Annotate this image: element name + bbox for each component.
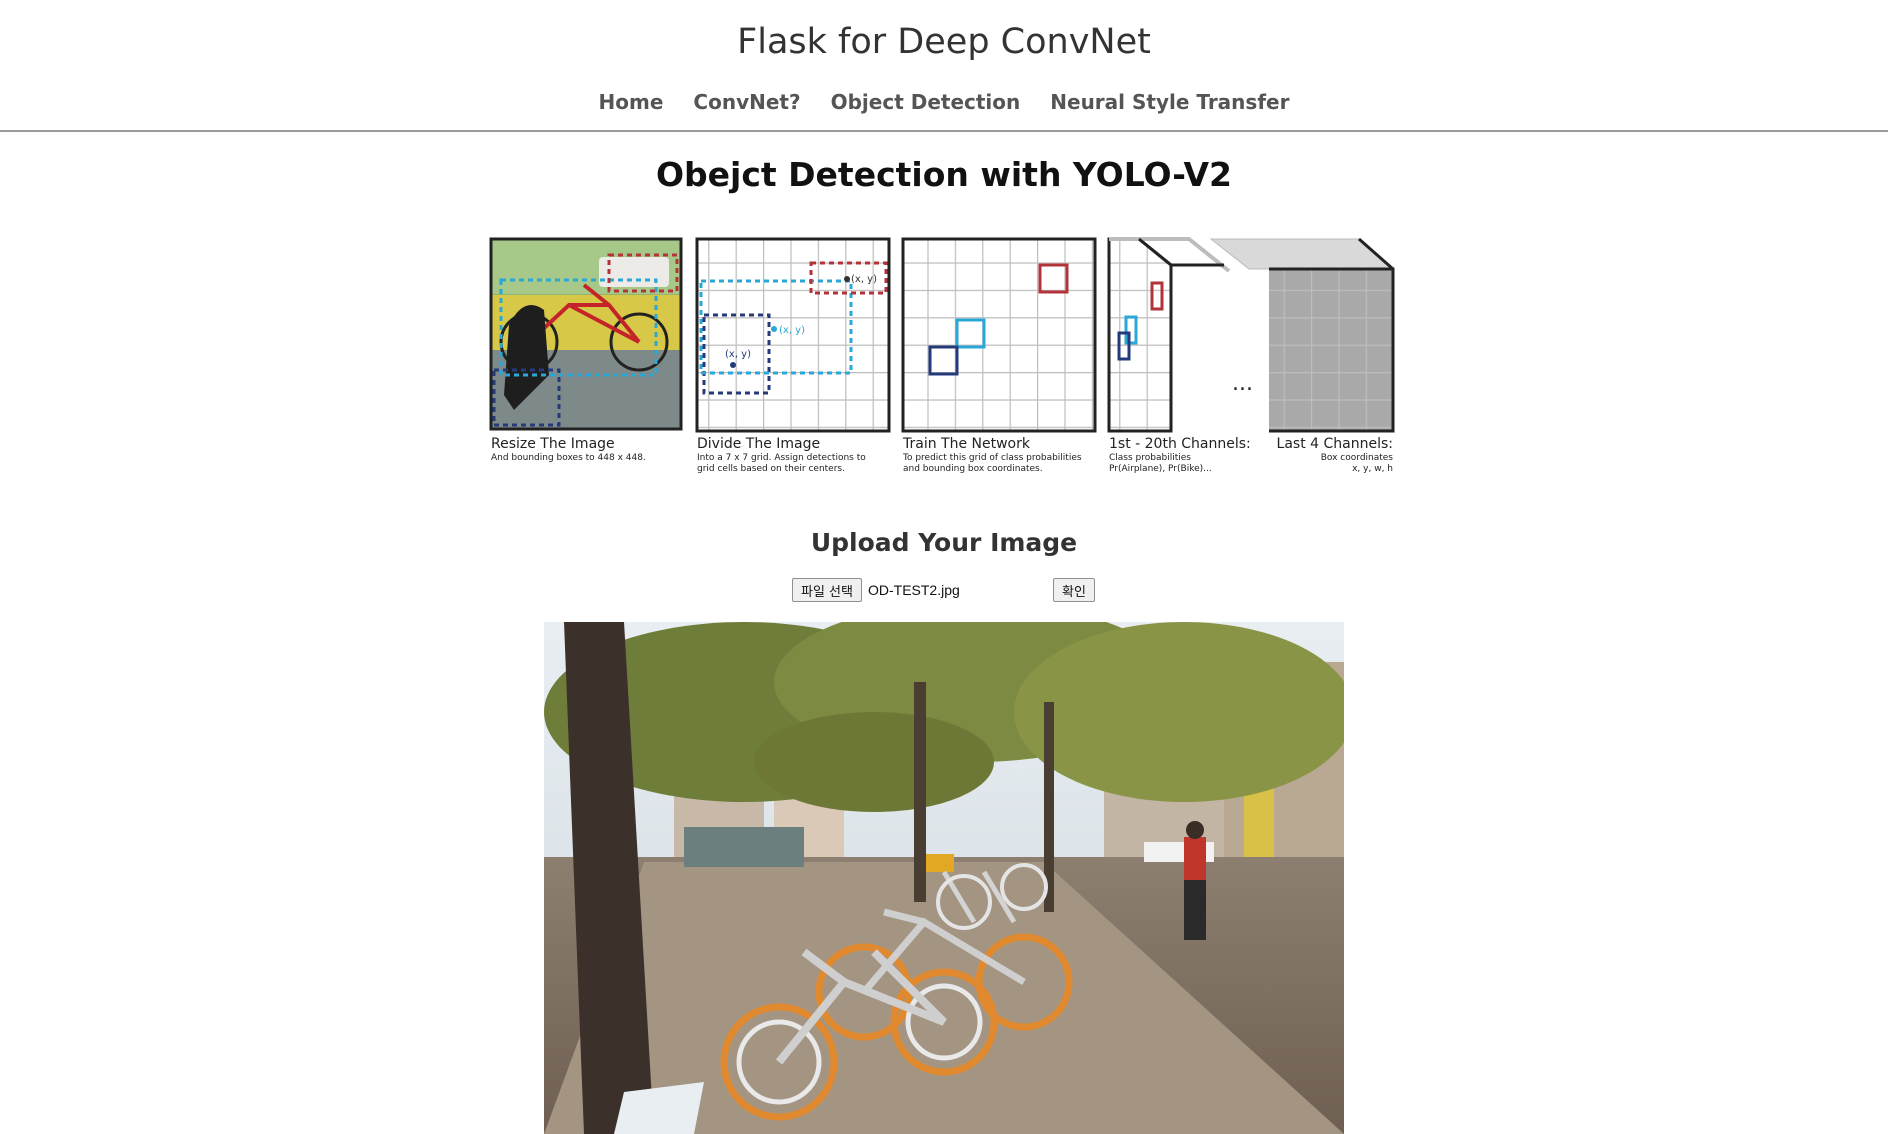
page-heading: Obejct Detection with YOLO-V2 <box>655 155 1233 194</box>
panel-3-title: Train The Network <box>902 436 1031 452</box>
selected-file-name: OD-TEST2.jpg <box>867 582 960 598</box>
panel-5-desc-2: x, y, w, h <box>1352 464 1393 474</box>
panel-3-desc-2: and bounding box coordinates. <box>903 464 1043 474</box>
nav-object-detection[interactable]: Object Detection <box>831 90 1021 114</box>
submit-button[interactable]: 확인 <box>1052 578 1095 602</box>
panel-2-desc-1: Into a 7 x 7 grid. Assign detections to <box>697 453 866 463</box>
panel-4-title: 1st - 20th Channels: <box>1109 436 1251 452</box>
grid-label-1: (x, y) <box>725 349 751 360</box>
choose-file-button[interactable]: 파일 선택 <box>792 578 862 602</box>
nav-home[interactable]: Home <box>599 90 664 114</box>
main-nav: Home ConvNet? Object Detection Neural St… <box>0 90 1888 114</box>
site-title: Flask for Deep ConvNet <box>737 22 1151 62</box>
divide-image-panel: (x, y) (x, y) (x, y) <box>695 237 891 433</box>
upload-form: 파일 선택 OD-TEST2.jpg 확인 <box>792 578 1095 602</box>
train-network-panel <box>901 237 1097 433</box>
panel-5-desc-1: Box coordinates <box>1321 453 1394 463</box>
nav-convnet[interactable]: ConvNet? <box>693 90 800 114</box>
panel-3-desc-1: To predict this grid of class probabilit… <box>902 453 1082 463</box>
panel-1-desc: And bounding boxes to 448 x 448. <box>491 453 646 463</box>
panel-1-title: Resize The Image <box>491 436 615 452</box>
channel-ellipsis: ... <box>1232 371 1253 396</box>
uploaded-photo <box>544 622 1344 1134</box>
panel-4-desc-1: Class probabilities <box>1109 453 1191 463</box>
panel-4-desc-2: Pr(Airplane), Pr(Bike)... <box>1109 464 1212 474</box>
nav-neural-style-transfer[interactable]: Neural Style Transfer <box>1050 90 1289 114</box>
panel-2-title: Divide The Image <box>697 436 820 452</box>
yolo-diagram: (x, y) (x, y) (x, y) ... Resize The Imag… <box>489 237 1395 474</box>
resize-image-panel <box>489 237 683 431</box>
header-divider <box>0 130 1888 132</box>
grid-label-3: (x, y) <box>851 274 877 285</box>
tensor-panel: ... <box>1107 237 1395 433</box>
grid-label-2: (x, y) <box>779 325 805 336</box>
panel-2-desc-2: grid cells based on their centers. <box>697 464 845 474</box>
upload-heading: Upload Your Image <box>810 528 1078 557</box>
panel-5-title: Last 4 Channels: <box>1277 436 1393 452</box>
